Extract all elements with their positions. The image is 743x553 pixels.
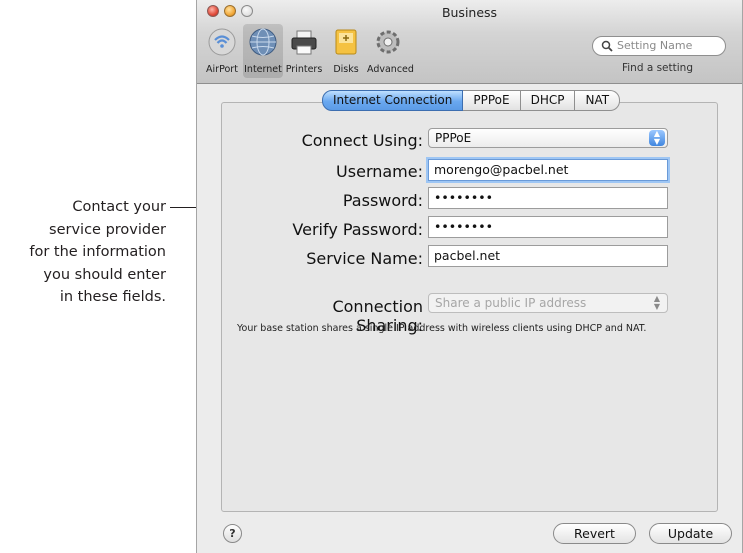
tab-pppoe[interactable]: PPPoE [463,90,521,111]
toolbar-printers-label: Printers [285,64,323,75]
connection-sharing-popup[interactable]: Share a public IP address ▲ ▼ [428,293,668,313]
popup-arrows-icon: ▲ ▼ [653,294,661,311]
tab-internet-connection[interactable]: Internet Connection [322,90,464,111]
verify-password-field[interactable]: •••••••• [428,216,668,238]
sharing-note: Your base station shares a single IP add… [237,323,647,334]
callout-text: Contact your service provider for the in… [0,196,166,309]
service-name-field[interactable]: pacbel.net [428,245,668,267]
callout-line-3: for the information [29,244,166,260]
search-input[interactable]: Setting Name [592,36,726,56]
connect-using-value: PPPoE [435,131,472,145]
toolbar-disks-label: Disks [333,64,359,75]
search-icon [601,40,613,52]
connect-using-label: Connect Using: [301,131,423,150]
toolbar-disks[interactable]: Disks [325,24,367,78]
settings-window: Business AirPort Internet Printers Disks… [196,0,743,553]
tab-bar: Internet Connection PPPoE DHCP NAT [322,90,621,111]
find-setting-caption: Find a setting [621,62,693,74]
gear-icon [376,30,400,54]
service-name-label: Service Name: [306,249,423,268]
window-title: Business [441,5,498,20]
verify-password-label: Verify Password: [292,220,423,239]
callout-line-4: you should enter [43,266,166,283]
toolbar-airport[interactable]: AirPort [201,24,243,78]
revert-button[interactable]: Revert [553,523,636,544]
username-label: Username: [336,162,423,181]
toolbar-advanced[interactable]: Advanced [367,24,414,78]
password-field[interactable]: •••••••• [428,187,668,209]
disk-icon [335,29,357,55]
connect-using-popup[interactable]: PPPoE ▲ ▼ [428,128,668,148]
callout: Contact your service provider for the in… [0,0,180,553]
callout-line-1: Contact your [72,199,166,215]
update-button[interactable]: Update [649,523,732,544]
airport-icon [208,28,236,56]
username-field[interactable]: morengo@pacbel.net [428,159,668,181]
toolbar: AirPort Internet Printers Disks Advanced [201,24,414,78]
toolbar-printers[interactable]: Printers [283,24,325,78]
toolbar-internet[interactable]: Internet [243,24,283,78]
toolbar-advanced-label: Advanced [367,64,414,75]
password-label: Password: [342,191,423,210]
toolbar-internet-label: Internet [244,64,282,75]
help-button[interactable]: ? [223,524,242,543]
connection-sharing-value: Share a public IP address [435,296,587,310]
printer-icon [291,30,317,55]
internet-globe-icon [249,28,277,56]
toolbar-airport-label: AirPort [206,64,238,75]
callout-line-2: service provider [49,221,166,238]
titlebar: Business AirPort Internet Printers Disks… [197,0,742,84]
popup-arrows-icon: ▲ ▼ [649,130,665,146]
search-placeholder: Setting Name [617,39,693,52]
tab-dhcp[interactable]: DHCP [520,90,576,111]
callout-line-5: in these fields. [59,289,166,305]
tab-nat[interactable]: NAT [575,90,621,111]
